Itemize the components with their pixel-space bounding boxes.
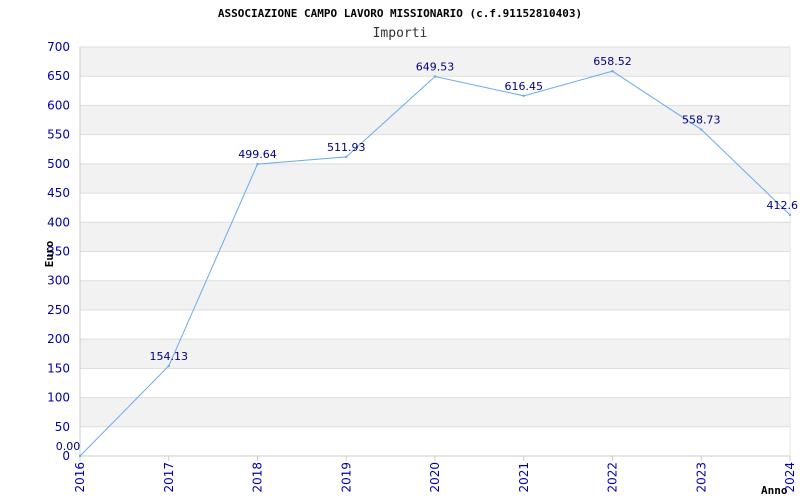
y-tick-label: 400 [47, 215, 70, 229]
data-label: 0.00 [56, 440, 81, 453]
chart-subtitle: Importi [373, 26, 428, 41]
line-chart: 0501001502002503003504004505005506006507… [43, 7, 799, 497]
x-tick-label: 2016 [73, 462, 87, 493]
y-tick-label: 200 [47, 332, 70, 346]
y-tick-label: 150 [47, 361, 70, 375]
grid-band [80, 163, 790, 194]
y-tick-label: 550 [47, 128, 70, 142]
grid-band [80, 397, 790, 427]
x-tick-label: 2022 [606, 462, 620, 493]
x-tick-label: 2019 [339, 462, 353, 493]
x-tick-label: 2017 [162, 462, 176, 493]
data-point [611, 70, 614, 73]
y-tick-label: 50 [55, 420, 70, 434]
data-label: 649.53 [416, 60, 455, 73]
y-tick-label: 600 [47, 98, 70, 112]
data-label: 499.64 [238, 148, 277, 161]
data-point [522, 94, 525, 98]
data-point [700, 128, 703, 131]
y-tick-label: 450 [47, 186, 70, 200]
data-point [78, 454, 82, 458]
y-tick-label: 300 [47, 274, 70, 288]
data-label: 511.93 [327, 141, 366, 154]
data-point [345, 155, 348, 159]
y-tick-label: 650 [47, 69, 70, 83]
y-tick-label: 700 [47, 40, 70, 54]
data-point [256, 162, 259, 166]
data-label: 154.13 [150, 350, 189, 363]
y-axis-label: Euro [43, 240, 56, 267]
data-label: 558.73 [682, 114, 721, 127]
data-label: 658.52 [593, 55, 632, 68]
x-tick-label: 2018 [251, 462, 265, 493]
x-tick-labels: 2016 2017 2018 2019 2020 2021 2022 2023 2024 [73, 462, 797, 493]
data-label: 412.6 [767, 199, 799, 212]
y-tick-label: 250 [47, 303, 70, 317]
data-label: 616.45 [505, 80, 544, 93]
y-tick-label: 500 [47, 157, 70, 171]
y-tick-label: 100 [47, 391, 70, 405]
x-tick-label: 2020 [428, 462, 442, 493]
data-point [788, 213, 792, 217]
grid-band [80, 222, 790, 252]
x-axis-label: Anno [761, 484, 788, 497]
grid-bands [80, 47, 790, 427]
data-point [433, 75, 437, 78]
grid-band [80, 280, 790, 310]
x-tick-label: 2023 [694, 462, 708, 493]
x-tick-label: 2021 [517, 462, 531, 493]
data-point [167, 364, 170, 368]
chart-title: ASSOCIAZIONE CAMPO LAVORO MISSIONARIO (c… [218, 7, 582, 20]
